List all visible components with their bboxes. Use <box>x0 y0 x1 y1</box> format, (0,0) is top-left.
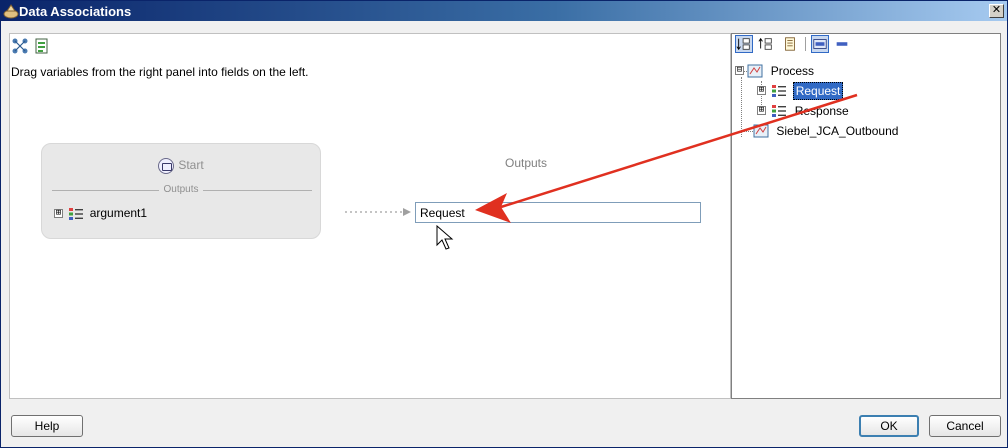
window-title: Data Associations <box>19 4 132 19</box>
partner-link-icon <box>753 124 769 138</box>
dialog-window: Data Associations ✕ Drag variables from … <box>0 0 1008 448</box>
instructions-text: Drag variables from the right panel into… <box>11 65 309 79</box>
tree-label-request: Request <box>792 81 844 100</box>
collapse-icon[interactable] <box>833 35 851 53</box>
start-event-icon <box>158 158 175 174</box>
output-field-input[interactable] <box>415 202 701 223</box>
expand-toggle-icon[interactable]: ⊞ <box>757 106 766 116</box>
tree-label-siebel: Siebel_JCA_Outbound <box>776 123 899 138</box>
mapping-arrow-icon <box>345 208 411 216</box>
start-node: Start Outputs ⊞ argument1 <box>41 143 321 239</box>
tree-item-response[interactable]: ⊞ Response <box>757 103 851 121</box>
tree-item-process[interactable]: ⊟ Process <box>735 63 816 81</box>
tree-label-process: Process <box>770 63 815 78</box>
sort-descending-icon[interactable] <box>757 35 775 53</box>
variable-icon <box>772 104 787 117</box>
associations-icon[interactable] <box>11 37 29 55</box>
tree-label-response: Response <box>794 103 849 118</box>
tree-item-request[interactable]: ⊞ Request <box>757 81 844 101</box>
show-panel-icon[interactable] <box>811 35 829 53</box>
data-associations-icon <box>3 4 19 19</box>
left-toolbar <box>11 37 71 57</box>
toolbar-separator <box>805 37 806 51</box>
close-button[interactable]: ✕ <box>989 4 1004 18</box>
variable-icon <box>772 84 787 97</box>
variable-icon <box>69 207 84 220</box>
document-icon[interactable] <box>781 35 799 53</box>
expand-toggle-icon[interactable]: ⊞ <box>757 86 766 96</box>
start-node-label: Start <box>178 158 204 173</box>
expression-icon[interactable] <box>33 37 51 55</box>
title-bar[interactable]: Data Associations ✕ <box>1 1 1007 21</box>
mouse-cursor-icon <box>436 225 454 250</box>
ok-button[interactable]: OK <box>859 415 919 437</box>
outputs-column-header: Outputs <box>504 156 548 170</box>
argument-row[interactable]: ⊞ argument1 <box>54 206 147 222</box>
process-icon <box>747 64 763 78</box>
collapse-toggle-icon[interactable]: ⊟ <box>735 66 744 76</box>
tree-item-siebel[interactable]: Siebel_JCA_Outbound <box>753 123 900 141</box>
right-toolbar <box>731 33 1001 55</box>
expand-icon[interactable]: ⊞ <box>54 209 63 219</box>
sort-ascending-icon[interactable] <box>735 35 753 53</box>
start-outputs-label: Outputs <box>159 184 203 195</box>
argument-label: argument1 <box>89 206 148 220</box>
help-button[interactable]: Help <box>11 415 83 437</box>
cancel-button[interactable]: Cancel <box>929 415 1001 437</box>
close-icon: ✕ <box>991 4 1002 16</box>
